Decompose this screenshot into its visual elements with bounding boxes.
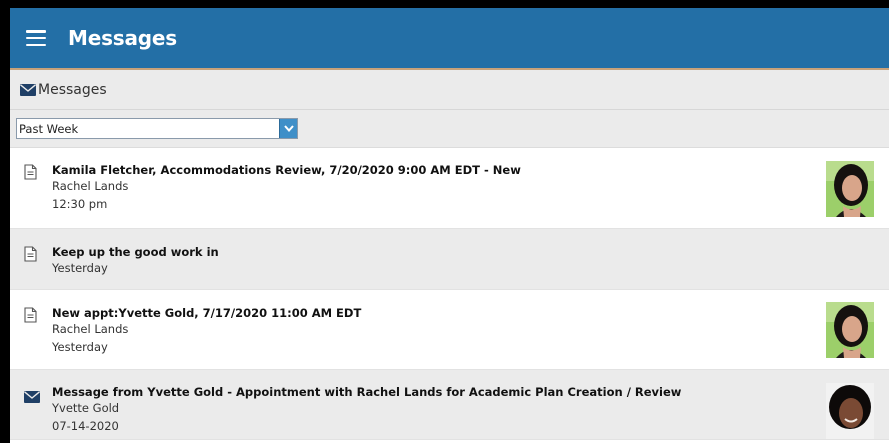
avatar bbox=[826, 383, 874, 439]
app-window: Messages Messages Past Week Kamila Fletc… bbox=[10, 8, 889, 443]
message-sender: Rachel Lands bbox=[52, 322, 129, 336]
avatar bbox=[826, 302, 874, 358]
app-header: Messages bbox=[10, 8, 889, 70]
chevron-down-icon[interactable] bbox=[279, 119, 297, 138]
date-range-value: Past Week bbox=[19, 121, 79, 136]
date-range-select[interactable]: Past Week bbox=[16, 118, 298, 139]
message-time: 07-14-2020 bbox=[52, 419, 119, 433]
section-title: Messages bbox=[38, 81, 107, 98]
message-sender: Yvette Gold bbox=[52, 401, 120, 415]
message-time: Yesterday bbox=[52, 340, 108, 354]
message-time: Yesterday bbox=[52, 261, 108, 275]
message-row[interactable]: New appt:Yvette Gold, 7/17/2020 11:00 AM… bbox=[10, 290, 889, 370]
page-title: Messages bbox=[68, 26, 177, 50]
message-row[interactable]: Keep up the good work in Yesterday bbox=[10, 229, 889, 290]
message-list: Kamila Fletcher, Accommodations Review, … bbox=[10, 148, 889, 440]
message-title[interactable]: Kamila Fletcher, Accommodations Review, … bbox=[52, 162, 889, 178]
section-header: Messages bbox=[10, 70, 889, 110]
envelope-icon bbox=[24, 391, 40, 403]
document-icon bbox=[24, 164, 37, 180]
message-row[interactable]: Message from Yvette Gold - Appointment w… bbox=[10, 370, 889, 440]
message-row[interactable]: Kamila Fletcher, Accommodations Review, … bbox=[10, 148, 889, 229]
message-time: 12:30 pm bbox=[52, 197, 108, 211]
filter-bar: Past Week bbox=[10, 110, 889, 148]
message-title[interactable]: New appt:Yvette Gold, 7/17/2020 11:00 AM… bbox=[52, 305, 889, 321]
message-title[interactable]: Message from Yvette Gold - Appointment w… bbox=[52, 384, 889, 400]
hamburger-menu-icon[interactable] bbox=[26, 30, 46, 46]
envelope-icon bbox=[20, 83, 36, 96]
document-icon bbox=[24, 246, 37, 262]
message-sender: Rachel Lands bbox=[52, 179, 129, 193]
message-title[interactable]: Keep up the good work in bbox=[52, 244, 889, 260]
document-icon bbox=[24, 307, 37, 323]
avatar bbox=[826, 161, 874, 217]
